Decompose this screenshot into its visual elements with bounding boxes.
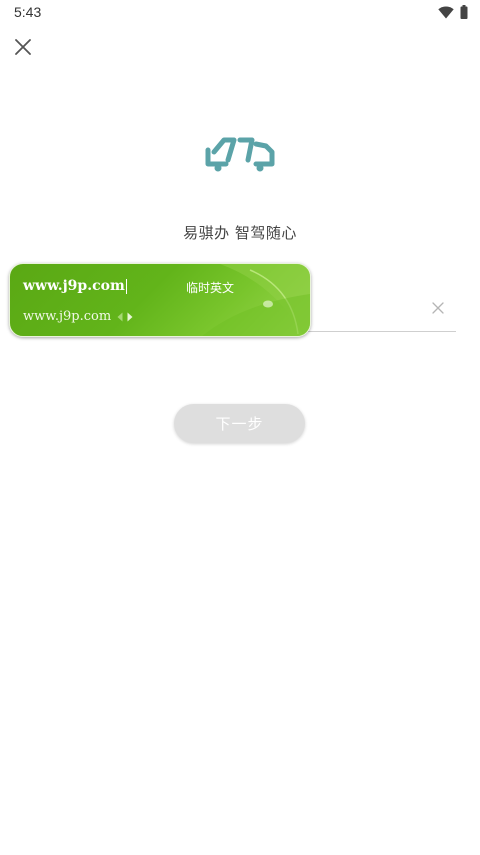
arrow-left-icon[interactable] [117, 312, 123, 322]
ime-page-arrows [117, 312, 133, 322]
ime-mode-label[interactable]: 临时英文 [186, 279, 234, 296]
truck-logo-icon [205, 137, 275, 172]
ime-candidate-row: www.j9p.com [23, 309, 133, 324]
arrow-right-icon[interactable] [127, 312, 133, 322]
close-icon [15, 39, 31, 55]
leaf-decoration [202, 264, 310, 336]
clear-icon [432, 302, 444, 314]
status-icons [438, 5, 468, 19]
next-step-button[interactable]: 下一步 [174, 404, 305, 443]
status-time: 5:43 [14, 4, 42, 20]
wifi-icon [438, 6, 454, 18]
ime-composition: www.j9p.com [23, 278, 127, 294]
ime-composition-text: www.j9p.com [23, 278, 125, 294]
clear-button[interactable] [428, 298, 448, 318]
close-button[interactable] [10, 34, 36, 60]
battery-icon [460, 5, 468, 19]
ime-candidate-popup: www.j9p.com 临时英文 www.j9p.com [9, 263, 311, 337]
ime-candidate[interactable]: www.j9p.com [23, 309, 111, 324]
status-bar: 5:43 [0, 0, 480, 24]
text-caret [125, 278, 127, 294]
slogan: 易骐办 智驾随心 [183, 224, 297, 242]
